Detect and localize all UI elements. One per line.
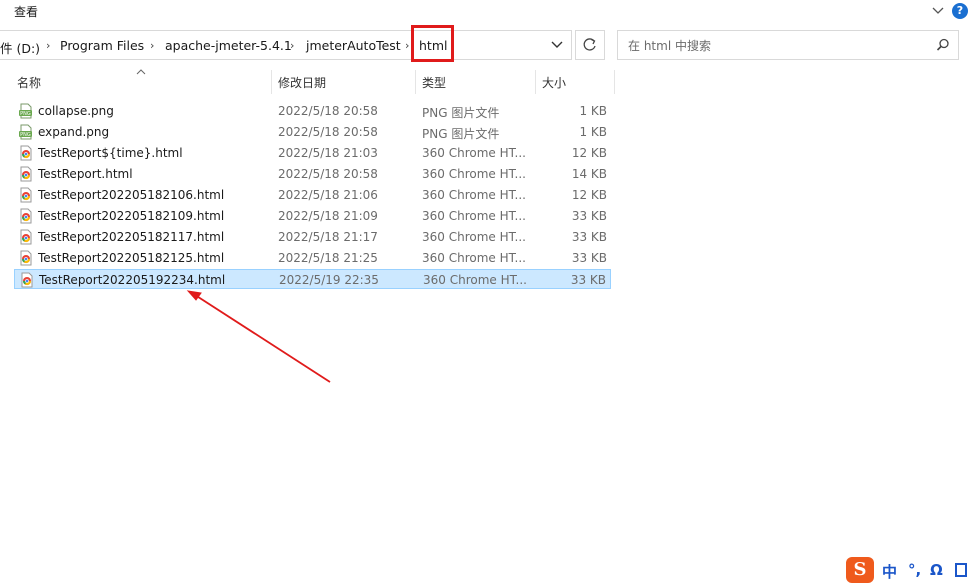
file-row[interactable]: PNG expand.png 2022/5/18 20:58 PNG 图片文件 …	[14, 122, 611, 142]
refresh-button[interactable]	[575, 30, 605, 60]
view-tab[interactable]: 查看	[14, 3, 38, 20]
svg-text:PNG: PNG	[20, 111, 31, 117]
column-header-type[interactable]: 类型	[416, 68, 534, 94]
breadcrumb-drive[interactable]: 件 (D:)	[0, 38, 40, 57]
search-icon[interactable]	[936, 38, 950, 52]
sogou-logo-icon[interactable]: S	[846, 557, 874, 583]
chrome-html-icon	[18, 187, 34, 203]
chevron-right-icon[interactable]: ›	[405, 39, 409, 52]
chevron-down-icon[interactable]	[549, 38, 565, 52]
chevron-right-icon[interactable]: ›	[150, 39, 154, 52]
breadcrumb-program-files[interactable]: Program Files	[60, 38, 144, 53]
column-header-name[interactable]: 名称	[14, 68, 270, 94]
ime-menu-icon[interactable]	[954, 561, 968, 579]
file-row[interactable]: TestReport${time}.html 2022/5/18 21:03 3…	[14, 143, 611, 163]
file-row[interactable]: TestReport.html 2022/5/18 20:58 360 Chro…	[14, 164, 611, 184]
chevron-right-icon[interactable]: ›	[46, 39, 50, 52]
annotation-highlight-box	[411, 25, 454, 62]
png-file-icon: PNG	[18, 103, 34, 119]
breadcrumb-jmeter[interactable]: apache-jmeter-5.4.1	[165, 38, 292, 53]
chrome-html-icon	[19, 272, 35, 288]
chrome-html-icon	[18, 208, 34, 224]
ribbon: 查看 ?	[0, 0, 971, 22]
chevron-down-icon[interactable]	[931, 2, 945, 18]
search-box[interactable]	[617, 30, 959, 60]
column-divider[interactable]	[614, 70, 615, 94]
chevron-right-icon[interactable]: ›	[290, 39, 294, 52]
ime-punctuation[interactable]: °,	[908, 561, 921, 579]
svg-text:PNG: PNG	[20, 132, 31, 138]
column-header-date[interactable]: 修改日期	[272, 68, 414, 94]
address-bar[interactable]: 件 (D:) › Program Files › apache-jmeter-5…	[0, 30, 572, 60]
file-row[interactable]: TestReport202205182117.html 2022/5/18 21…	[14, 227, 611, 247]
ime-toolbar[interactable]: S 中 °, Ω	[846, 557, 971, 584]
file-row[interactable]: PNG collapse.png 2022/5/18 20:58 PNG 图片文…	[14, 101, 611, 121]
column-header-size[interactable]: 大小	[536, 68, 614, 94]
search-input[interactable]	[626, 37, 930, 55]
breadcrumb-jmeterautotest[interactable]: jmeterAutoTest	[306, 38, 401, 53]
chrome-html-icon	[18, 166, 34, 182]
help-icon[interactable]: ?	[952, 3, 968, 19]
file-row-selected[interactable]: TestReport202205192234.html 2022/5/19 22…	[14, 269, 611, 289]
chrome-html-icon	[18, 250, 34, 266]
chrome-html-icon	[18, 145, 34, 161]
ime-mode[interactable]: 中	[882, 561, 897, 582]
file-row[interactable]: TestReport202205182106.html 2022/5/18 21…	[14, 185, 611, 205]
ime-symbol-icon[interactable]: Ω	[930, 561, 943, 579]
chrome-html-icon	[18, 229, 34, 245]
refresh-icon	[583, 38, 596, 51]
file-row[interactable]: TestReport202205182125.html 2022/5/18 21…	[14, 248, 611, 268]
png-file-icon: PNG	[18, 124, 34, 140]
file-row[interactable]: TestReport202205182109.html 2022/5/18 21…	[14, 206, 611, 226]
